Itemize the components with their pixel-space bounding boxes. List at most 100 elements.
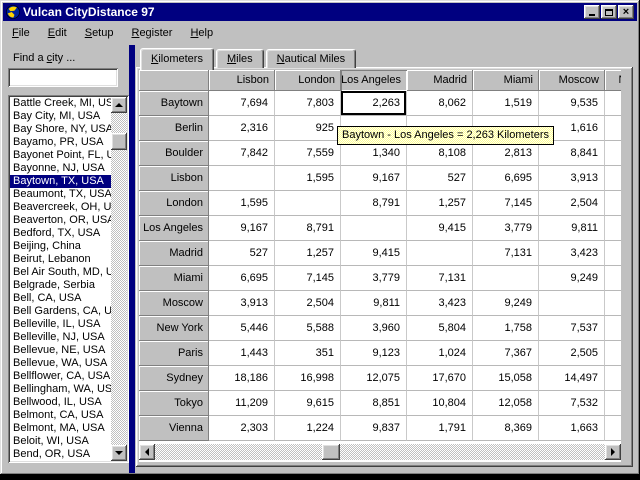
menu-item-setup[interactable]: Setup <box>76 25 123 41</box>
row-header-vienna[interactable]: Vienna <box>139 416 209 441</box>
cell[interactable] <box>605 191 621 216</box>
cell[interactable]: 9,615 <box>275 391 341 416</box>
cell[interactable]: 9,415 <box>407 216 473 241</box>
list-item[interactable]: Belmont, MA, USA <box>10 422 111 435</box>
list-item[interactable]: Bell, CA, USA <box>10 292 111 305</box>
cell[interactable]: 9,167 <box>341 166 407 191</box>
cell[interactable]: 1,595 <box>209 191 275 216</box>
cell[interactable]: 7,532 <box>539 391 605 416</box>
list-item[interactable]: Bay City, MI, USA <box>10 110 111 123</box>
scroll-right-button[interactable] <box>605 444 621 460</box>
cell[interactable]: 2,303 <box>209 416 275 441</box>
row-header-madrid[interactable]: Madrid <box>139 241 209 266</box>
close-button[interactable]: × <box>618 5 634 19</box>
cell[interactable]: 2,263 <box>341 91 407 116</box>
cell[interactable]: 7,537 <box>539 316 605 341</box>
search-input[interactable] <box>8 68 118 87</box>
cell[interactable]: 2,504 <box>539 191 605 216</box>
list-item[interactable]: Beijing, China <box>10 240 111 253</box>
cell[interactable]: 18,186 <box>209 366 275 391</box>
column-header-new-york[interactable]: New York <box>605 70 621 91</box>
cell[interactable]: 9,123 <box>341 341 407 366</box>
cell[interactable]: 14,497 <box>539 366 605 391</box>
cell[interactable]: 10,804 <box>407 391 473 416</box>
cell[interactable]: 3,423 <box>539 241 605 266</box>
cell[interactable]: 6,695 <box>473 166 539 191</box>
cell[interactable]: 925 <box>275 116 341 141</box>
cell[interactable]: 9,837 <box>341 416 407 441</box>
scroll-down-button[interactable] <box>111 445 127 461</box>
list-item[interactable]: Bellwood, IL, USA <box>10 396 111 409</box>
column-header-los-angeles[interactable]: Los Angeles <box>341 70 407 91</box>
cell[interactable]: 9,535 <box>539 91 605 116</box>
list-item[interactable]: Bedford, TX, USA <box>10 227 111 240</box>
cell[interactable] <box>605 416 621 441</box>
row-header-moscow[interactable]: Moscow <box>139 291 209 316</box>
list-item[interactable]: Bellevue, WA, USA <box>10 357 111 370</box>
menu-item-file[interactable]: File <box>3 25 39 41</box>
list-item[interactable]: Bayonet Point, FL, USA <box>10 149 111 162</box>
cell[interactable]: 5,446 <box>209 316 275 341</box>
row-header-new-york[interactable]: New York <box>139 316 209 341</box>
list-item[interactable]: Bellflower, CA, USA <box>10 370 111 383</box>
city-list[interactable]: Battle Creek, MI, USABay City, MI, USABa… <box>10 97 111 461</box>
cell[interactable]: 1,443 <box>209 341 275 366</box>
cell[interactable]: 7,131 <box>407 266 473 291</box>
list-item[interactable]: Beirut, Lebanon <box>10 253 111 266</box>
cell[interactable]: 12,075 <box>341 366 407 391</box>
cell[interactable] <box>605 116 621 141</box>
cell[interactable] <box>605 91 621 116</box>
cell[interactable]: 3,960 <box>341 316 407 341</box>
cell[interactable]: 9,811 <box>341 291 407 316</box>
cell[interactable]: 3,779 <box>473 216 539 241</box>
tab-kilometers[interactable]: Kilometers <box>140 48 214 70</box>
column-header-miami[interactable]: Miami <box>473 70 539 91</box>
horizontal-scroll-thumb[interactable] <box>322 444 340 460</box>
cell[interactable]: 8,369 <box>473 416 539 441</box>
scroll-left-button[interactable] <box>139 444 155 460</box>
row-header-paris[interactable]: Paris <box>139 341 209 366</box>
cell[interactable]: 11,209 <box>209 391 275 416</box>
row-header-boulder[interactable]: Boulder <box>139 141 209 166</box>
row-header-lisbon[interactable]: Lisbon <box>139 166 209 191</box>
list-item[interactable]: Bellingham, WA, USA <box>10 383 111 396</box>
title-bar[interactable]: Vulcan CityDistance 97 × <box>3 3 637 21</box>
list-item[interactable]: Bend, OR, USA <box>10 448 111 461</box>
cell[interactable]: 527 <box>407 166 473 191</box>
cell[interactable]: 7,145 <box>275 266 341 291</box>
cell[interactable]: 8,791 <box>341 191 407 216</box>
menu-item-edit[interactable]: Edit <box>39 25 76 41</box>
row-header-berlin[interactable]: Berlin <box>139 116 209 141</box>
cell[interactable]: 15,058 <box>473 366 539 391</box>
cell[interactable]: 9,249 <box>539 266 605 291</box>
cell[interactable] <box>605 316 621 341</box>
list-item[interactable]: Bay Shore, NY, USA <box>10 123 111 136</box>
scroll-thumb[interactable] <box>111 133 127 150</box>
cell[interactable]: 7,694 <box>209 91 275 116</box>
list-item[interactable]: Bayamo, PR, USA <box>10 136 111 149</box>
cell[interactable] <box>209 166 275 191</box>
cell[interactable]: 7,559 <box>275 141 341 166</box>
column-header-moscow[interactable]: Moscow <box>539 70 605 91</box>
cell[interactable]: 16,998 <box>275 366 341 391</box>
cell[interactable]: 3,423 <box>407 291 473 316</box>
row-header-miami[interactable]: Miami <box>139 266 209 291</box>
city-list-scrollbar[interactable] <box>111 97 127 461</box>
row-header-los-angeles[interactable]: Los Angeles <box>139 216 209 241</box>
list-item[interactable]: Bel Air South, MD, USA <box>10 266 111 279</box>
list-item[interactable]: Beaumont, TX, USA <box>10 188 111 201</box>
grid-horizontal-scrollbar[interactable] <box>139 444 621 460</box>
cell[interactable] <box>605 216 621 241</box>
cell[interactable]: 7,131 <box>473 241 539 266</box>
cell[interactable]: 8,851 <box>341 391 407 416</box>
row-header-sydney[interactable]: Sydney <box>139 366 209 391</box>
cell[interactable] <box>275 191 341 216</box>
cell[interactable]: 1,663 <box>539 416 605 441</box>
cell[interactable]: 12,058 <box>473 391 539 416</box>
cell[interactable]: 9,167 <box>209 216 275 241</box>
column-header-lisbon[interactable]: Lisbon <box>209 70 275 91</box>
panel-splitter[interactable] <box>129 45 135 473</box>
cell[interactable]: 7,842 <box>209 141 275 166</box>
cell[interactable]: 1,791 <box>407 416 473 441</box>
cell[interactable]: 1,595 <box>275 166 341 191</box>
